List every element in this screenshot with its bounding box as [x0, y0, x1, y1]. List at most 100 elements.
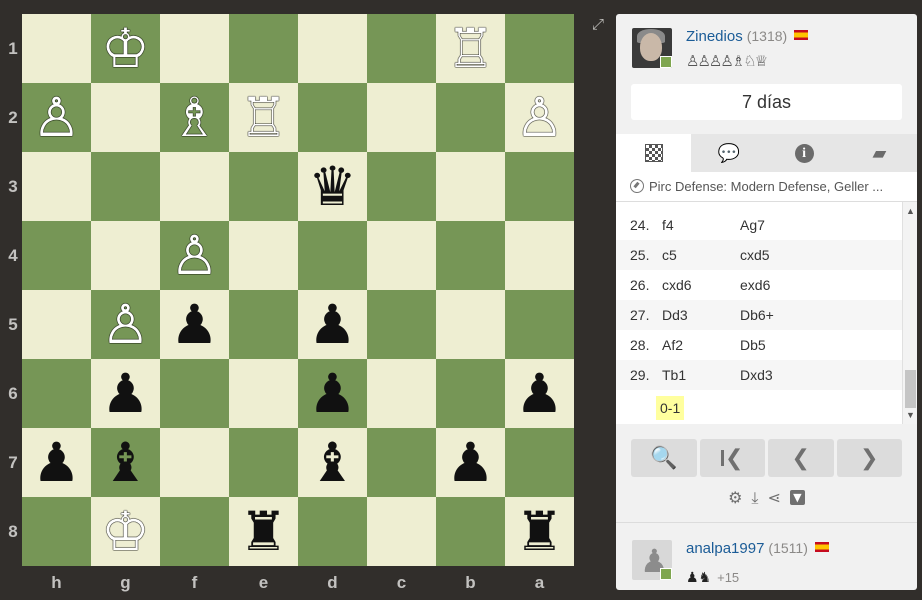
square-f8[interactable] [160, 497, 229, 566]
download-icon[interactable]: ⤓ [751, 488, 758, 514]
tab-chat[interactable]: 💬 [691, 134, 766, 172]
black-pawn-piece[interactable]: ♟ [308, 297, 356, 352]
expand-icon[interactable]: ⤢ [592, 16, 608, 32]
square-e6[interactable] [229, 359, 298, 428]
square-h6[interactable] [22, 359, 91, 428]
scroll-thumb[interactable] [905, 370, 916, 408]
square-f3[interactable] [160, 152, 229, 221]
square-b5[interactable] [436, 290, 505, 359]
square-h3[interactable] [22, 152, 91, 221]
white-king-piece[interactable]: ♔ [101, 21, 149, 76]
share-icon[interactable]: ⋖ [768, 488, 781, 514]
tab-info[interactable]: i [767, 134, 842, 172]
player-name-bottom[interactable]: analpa1997 (1511) [686, 540, 829, 557]
square-g8[interactable]: ♔ [91, 497, 160, 566]
square-b7[interactable]: ♟ [436, 428, 505, 497]
black-move[interactable]: exd6 [740, 270, 770, 300]
square-e2[interactable]: ♖ [229, 83, 298, 152]
square-c8[interactable] [367, 497, 436, 566]
player-username[interactable]: Zinedios [686, 28, 743, 45]
square-b4[interactable] [436, 221, 505, 290]
square-f2[interactable]: ♗ [160, 83, 229, 152]
white-move[interactable]: c5 [660, 240, 679, 270]
player-name-top[interactable]: Zinedios (1318) [686, 28, 809, 45]
black-move[interactable]: Db5 [740, 330, 766, 360]
square-b2[interactable] [436, 83, 505, 152]
white-move[interactable]: f4 [660, 210, 676, 240]
player-username[interactable]: analpa1997 [686, 540, 764, 557]
square-g3[interactable] [91, 152, 160, 221]
avatar[interactable] [632, 28, 672, 68]
square-g1[interactable]: ♔ [91, 14, 160, 83]
square-f5[interactable]: ♟ [160, 290, 229, 359]
square-h5[interactable] [22, 290, 91, 359]
square-d3[interactable]: ♛ [298, 152, 367, 221]
square-a6[interactable]: ♟ [505, 359, 574, 428]
scroll-up-icon[interactable]: ▲ [903, 204, 917, 218]
square-h4[interactable] [22, 221, 91, 290]
white-bishop-piece[interactable]: ♗ [170, 90, 218, 145]
square-c1[interactable] [367, 14, 436, 83]
black-rook-piece[interactable]: ♜ [515, 504, 563, 559]
white-pawn-piece[interactable]: ♙ [170, 228, 218, 283]
square-d6[interactable]: ♟ [298, 359, 367, 428]
square-e7[interactable] [229, 428, 298, 497]
black-bishop-piece[interactable]: ♝ [308, 435, 356, 490]
white-move[interactable]: cxd6 [660, 270, 694, 300]
white-move[interactable]: Af2 [660, 330, 685, 360]
square-h8[interactable] [22, 497, 91, 566]
white-pawn-piece[interactable]: ♙ [32, 90, 80, 145]
square-a4[interactable] [505, 221, 574, 290]
square-e1[interactable] [229, 14, 298, 83]
black-bishop-piece[interactable]: ♝ [101, 435, 149, 490]
square-c6[interactable] [367, 359, 436, 428]
more-icon[interactable]: ▼ [789, 490, 805, 505]
analyze-button[interactable]: 🔍 [631, 439, 697, 477]
square-g2[interactable] [91, 83, 160, 152]
square-a3[interactable] [505, 152, 574, 221]
square-d4[interactable] [298, 221, 367, 290]
tab-notes[interactable]: ▰ [842, 134, 917, 172]
square-b6[interactable] [436, 359, 505, 428]
black-rook-piece[interactable]: ♜ [239, 504, 287, 559]
square-e4[interactable] [229, 221, 298, 290]
black-pawn-piece[interactable]: ♟ [308, 366, 356, 421]
square-d5[interactable]: ♟ [298, 290, 367, 359]
previous-move-button[interactable]: ❮ [768, 439, 834, 477]
black-pawn-piece[interactable]: ♟ [446, 435, 494, 490]
next-move-button[interactable]: ❯ [836, 439, 902, 477]
square-c5[interactable] [367, 290, 436, 359]
white-pawn-piece[interactable]: ♙ [101, 297, 149, 352]
square-e8[interactable]: ♜ [229, 497, 298, 566]
square-c4[interactable] [367, 221, 436, 290]
square-a2[interactable]: ♙ [505, 83, 574, 152]
game-result[interactable]: 0-1 [656, 396, 685, 420]
square-b3[interactable] [436, 152, 505, 221]
black-pawn-piece[interactable]: ♟ [170, 297, 218, 352]
white-pawn-piece[interactable]: ♙ [515, 90, 563, 145]
black-pawn-piece[interactable]: ♟ [32, 435, 80, 490]
avatar[interactable]: ♟ [632, 540, 672, 580]
square-b8[interactable] [436, 497, 505, 566]
square-d7[interactable]: ♝ [298, 428, 367, 497]
white-move[interactable]: Dd3 [660, 300, 690, 330]
square-a8[interactable]: ♜ [505, 497, 574, 566]
square-g5[interactable]: ♙ [91, 290, 160, 359]
scroll-down-icon[interactable]: ▼ [903, 408, 917, 422]
white-move[interactable]: Tb1 [660, 360, 688, 390]
square-h1[interactable] [22, 14, 91, 83]
square-f4[interactable]: ♙ [160, 221, 229, 290]
square-f1[interactable] [160, 14, 229, 83]
white-king-piece[interactable]: ♔ [101, 504, 149, 559]
black-move[interactable]: cxd5 [740, 240, 770, 270]
gear-icon[interactable]: ⚙ [728, 488, 742, 514]
square-d1[interactable] [298, 14, 367, 83]
first-move-button[interactable]: ❮ [699, 439, 765, 477]
chess-board[interactable]: ♔ ♖ ♙ ♗ ♖ ♙ ♛ ♙ ♙ ♟ ♟ ♟ ♟ ♟ ♟ ♝ ♝ ♟ ♔ ♜ ♜ [22, 14, 574, 566]
square-c3[interactable] [367, 152, 436, 221]
move-list[interactable]: 23. Ac3 e6 24.f4Ag725.c5cxd526.cxd6exd62… [616, 202, 917, 424]
square-f7[interactable] [160, 428, 229, 497]
tab-board[interactable] [616, 134, 692, 172]
square-a5[interactable] [505, 290, 574, 359]
black-pawn-piece[interactable]: ♟ [101, 366, 149, 421]
